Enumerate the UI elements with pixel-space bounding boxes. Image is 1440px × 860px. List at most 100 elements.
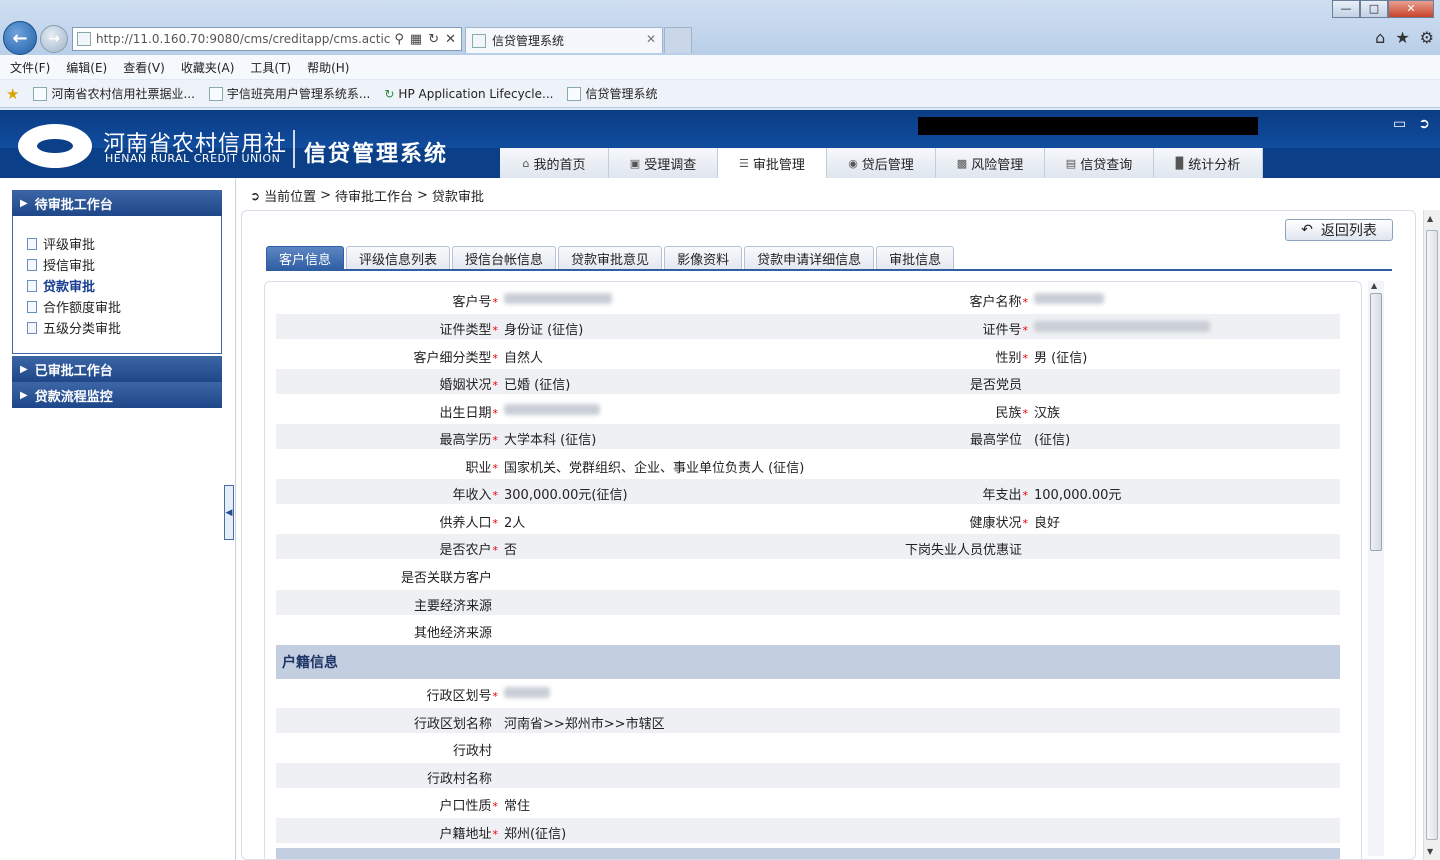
credit-union-logo-icon <box>18 124 92 168</box>
menu-favorites[interactable]: 收藏夹(A) <box>181 59 235 76</box>
form-row: 是否农户* 否 下岗失业人员优惠证 <box>276 534 1340 559</box>
menu-view[interactable]: 查看(V) <box>123 59 165 76</box>
main-nav: ⌂ 我的首页 ▣ 受理调查 ☰ 审批管理 ◉ 贷后管理 ▩ 风险管理 ▤ 信贷查询 ▉ 统计分… <box>500 148 1263 178</box>
form-row: 出生日期* 民族* 汉族 <box>276 397 1340 422</box>
minimize-button[interactable]: — <box>1332 0 1360 18</box>
window-controls: — □ ✕ <box>1332 0 1434 18</box>
browser-forward-button[interactable]: → <box>40 25 68 53</box>
page-scrollbar[interactable]: ▲ ▼ <box>1423 210 1440 860</box>
form-row: 户口性质* 常住 <box>439 799 531 814</box>
id-no-value <box>1034 319 1210 334</box>
page-icon <box>33 86 48 101</box>
nav-home[interactable]: ⌂ 我的首页 <box>500 148 609 178</box>
form-row: 证件类型* 身份证 (征信) 证件号* <box>276 314 1340 339</box>
sidebar-item-credit[interactable]: 授信审批 <box>27 255 95 274</box>
nav-query[interactable]: ▤ 信贷查询 <box>1045 148 1154 178</box>
nav-risk[interactable]: ▩ 风险管理 <box>936 148 1045 178</box>
sidebar-section-monitor[interactable]: ▶ 贷款流程监控 <box>12 382 222 408</box>
customer-info-form: 客户号* 客户名称* 证件类型* 身份证 (征信) 证件号* 客户细分类型* 自… <box>264 281 1362 860</box>
logout-icon[interactable]: ➲ <box>1418 116 1430 132</box>
menu-file[interactable]: 文件(F) <box>10 59 50 76</box>
tab-images[interactable]: 影像资料 <box>664 246 743 270</box>
menu-tools[interactable]: 工具(T) <box>250 59 291 76</box>
form-row: 客户细分类型* 自然人 性别* 男 (征信) <box>413 351 1088 366</box>
tab-favicon-icon <box>472 33 486 48</box>
scroll-thumb[interactable] <box>1370 293 1382 551</box>
tab-credit-ledger[interactable]: 授信台帐信息 <box>452 246 557 270</box>
favorites-add-icon[interactable]: ★ <box>6 85 19 103</box>
nav-stats[interactable]: ▉ 统计分析 <box>1154 148 1263 178</box>
page-icon <box>567 86 582 101</box>
form-row: 户籍地址* 郑州(征信) <box>276 818 1340 843</box>
tab-rating-list[interactable]: 评级信息列表 <box>346 246 451 270</box>
home-icon[interactable]: ⌂ <box>1375 28 1385 47</box>
menu-edit[interactable]: 编辑(E) <box>66 59 107 76</box>
nav-survey[interactable]: ▣ 受理调查 <box>609 148 718 178</box>
sidebar-item-five-class[interactable]: 五级分类审批 <box>27 318 121 337</box>
scroll-down-icon[interactable]: ▼ <box>1427 847 1433 856</box>
settings-gear-icon[interactable]: ⚙ <box>1420 28 1434 47</box>
sidebar-section-pending[interactable]: ▶ 待审批工作台 <box>12 190 222 216</box>
form-scrollbar[interactable]: ▲ <box>1368 281 1384 856</box>
location-icon: ➲ <box>250 188 261 203</box>
browser-back-button[interactable]: ← <box>3 21 37 55</box>
scroll-up-icon[interactable]: ▲ <box>1427 214 1433 223</box>
address-row: ← → http://11.0.160.70:9080/cms/creditap… <box>0 0 1440 55</box>
url-text[interactable]: http://11.0.160.70:9080/cms/creditapp/cm… <box>96 32 394 46</box>
region-code-value <box>504 685 550 700</box>
tab-customer-info[interactable]: 客户信息 <box>266 246 345 270</box>
form-row: 是否关联方客户 <box>400 571 492 586</box>
tab-close-icon[interactable]: ✕ <box>646 32 656 46</box>
favorite-link[interactable]: 信贷管理系统 <box>567 85 657 102</box>
org-name-en: HENAN RURAL CREDIT UNION <box>105 152 281 165</box>
sidebar-section-approved[interactable]: ▶ 已审批工作台 <box>12 356 222 382</box>
favorite-link[interactable]: 宇信班亮用户管理系统系... <box>208 85 370 102</box>
form-row: 其他经济来源 <box>413 626 492 641</box>
scroll-up-icon[interactable]: ▲ <box>1371 281 1377 290</box>
window-close-button[interactable]: ✕ <box>1388 0 1434 18</box>
new-tab-button[interactable] <box>664 27 692 53</box>
page-favicon-icon <box>77 32 91 46</box>
nav-approval[interactable]: ☰ 审批管理 <box>718 148 827 178</box>
nav-post-loan[interactable]: ◉ 贷后管理 <box>827 148 936 178</box>
section-header-huji: 户籍信息 <box>276 645 1340 679</box>
sidebar-item-rating[interactable]: 评级审批 <box>27 234 95 253</box>
tab-approval-opinion[interactable]: 贷款审批意见 <box>558 246 663 270</box>
address-bar[interactable]: http://11.0.160.70:9080/cms/creditapp/cm… <box>72 27 462 51</box>
favorites-star-icon[interactable]: ★ <box>1395 28 1409 47</box>
tab-application-detail[interactable]: 贷款申请详细信息 <box>744 246 875 270</box>
compat-icon[interactable]: ▦ <box>410 32 422 47</box>
risk-icon: ▩ <box>956 156 968 170</box>
form-row: 客户号* 客户名称* <box>276 287 1340 312</box>
tab-approval-info[interactable]: 审批信息 <box>876 246 955 270</box>
search-icon[interactable]: ⚲ <box>394 32 404 47</box>
monitor-icon[interactable]: ▭ <box>1393 116 1406 132</box>
detail-tabs: 客户信息 评级信息列表 授信台帐信息 贷款审批意见 影像资料 贷款申请详细信息 … <box>266 246 955 270</box>
hp-refresh-icon: ↻ <box>384 86 395 101</box>
coin-icon: ◉ <box>848 156 858 170</box>
expand-arrow-icon: ▶ <box>20 363 28 375</box>
sidebar-item-loan[interactable]: 贷款审批 <box>27 276 95 295</box>
breadcrumb-link[interactable]: 待审批工作台 <box>335 186 413 205</box>
sidebar-collapse-handle[interactable]: ◀ <box>224 485 234 540</box>
favorite-link[interactable]: ↻ HP Application Lifecycle... <box>384 87 553 101</box>
sidebar-item-quota[interactable]: 合作额度审批 <box>27 297 121 316</box>
expand-arrow-icon: ▶ <box>20 197 28 209</box>
favorite-link[interactable]: 河南省农村信用社票据业... <box>33 85 195 102</box>
document-icon <box>27 300 37 313</box>
redacted-user-info <box>918 117 1258 135</box>
menu-help[interactable]: 帮助(H) <box>307 59 349 76</box>
document-icon <box>27 321 37 334</box>
list-icon: ☰ <box>739 156 749 170</box>
scroll-thumb[interactable] <box>1426 230 1438 840</box>
expand-arrow-icon: ▶ <box>20 389 28 401</box>
browser-tab-title: 信贷管理系统 <box>492 34 565 48</box>
refresh-icon[interactable]: ↻ <box>428 32 439 47</box>
document-icon <box>27 279 37 292</box>
form-row: 年收入* 300,000.00元(征信) 年支出* 100,000.00元 <box>276 479 1340 504</box>
back-to-list-button[interactable]: ↶ 返回列表 <box>1285 219 1393 241</box>
maximize-button[interactable]: □ <box>1360 0 1388 18</box>
breadcrumb: ➲ 当前位置 > 待审批工作台 > 贷款审批 <box>250 186 484 205</box>
stop-icon[interactable]: ✕ <box>445 32 456 47</box>
browser-tab[interactable]: 信贷管理系统 ✕ <box>465 27 663 53</box>
